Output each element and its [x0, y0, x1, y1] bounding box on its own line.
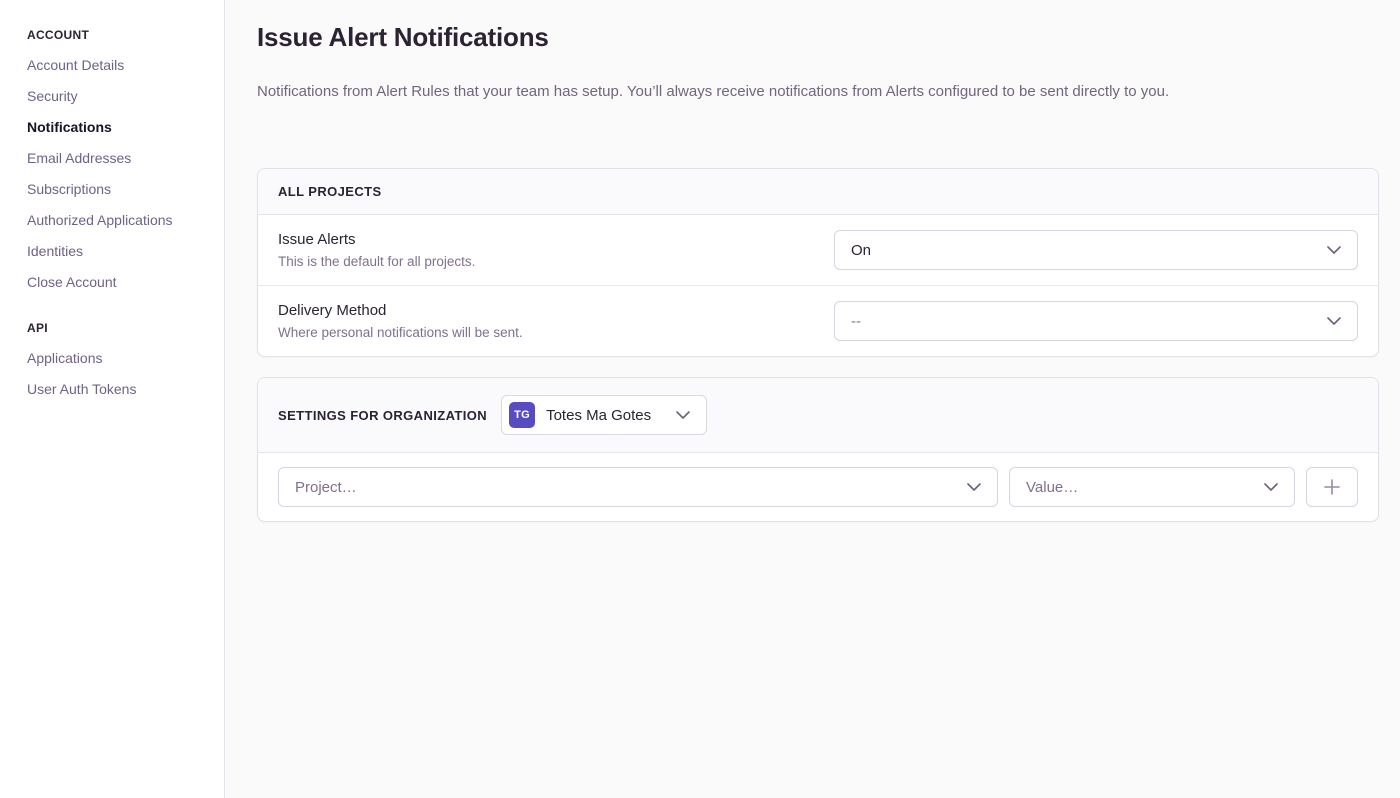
organization-name: Totes Ma Gotes [546, 407, 651, 424]
chevron-down-icon [1327, 246, 1341, 254]
organization-select[interactable]: TG Totes Ma Gotes [501, 395, 707, 435]
organization-panel: SETTINGS FOR ORGANIZATION TG Totes Ma Go… [257, 377, 1379, 522]
page-title: Issue Alert Notifications [257, 22, 1379, 53]
project-select-placeholder: Project… [295, 479, 357, 496]
add-fine-tune-button[interactable] [1306, 467, 1358, 507]
settings-page: ACCOUNT Account Details Security Notific… [0, 0, 1400, 798]
issue-alerts-select-value: On [851, 242, 871, 259]
nav-section-header-account: ACCOUNT [27, 28, 210, 42]
sidebar-item-notifications[interactable]: Notifications [27, 119, 210, 136]
settings-sidebar: ACCOUNT Account Details Security Notific… [0, 0, 225, 798]
nav-section-header-api: API [27, 321, 210, 335]
sidebar-item-applications[interactable]: Applications [27, 350, 210, 367]
all-projects-panel: ALL PROJECTS Issue Alerts This is the de… [257, 168, 1379, 357]
main-content: Issue Alert Notifications Notifications … [225, 0, 1400, 798]
organization-avatar: TG [509, 402, 535, 428]
organization-panel-header: SETTINGS FOR ORGANIZATION TG Totes Ma Go… [258, 378, 1378, 453]
org-settings-label: SETTINGS FOR ORGANIZATION [278, 408, 487, 423]
chevron-down-icon [967, 483, 981, 491]
sidebar-item-authorized-applications[interactable]: Authorized Applications [27, 212, 210, 229]
all-projects-panel-header: ALL PROJECTS [258, 169, 1378, 215]
plus-icon [1323, 478, 1341, 496]
fine-tune-row: Project… Value… [258, 453, 1378, 521]
sidebar-item-security[interactable]: Security [27, 88, 210, 105]
chevron-down-icon [676, 411, 690, 419]
delivery-method-select[interactable]: -- [834, 301, 1358, 341]
delivery-method-text: Delivery Method Where personal notificat… [278, 302, 523, 340]
delivery-method-select-value: -- [851, 313, 861, 330]
sidebar-item-close-account[interactable]: Close Account [27, 274, 210, 291]
value-select[interactable]: Value… [1009, 467, 1295, 507]
issue-alerts-text: Issue Alerts This is the default for all… [278, 231, 475, 269]
sidebar-item-subscriptions[interactable]: Subscriptions [27, 181, 210, 198]
nav-section-api: API Applications User Auth Tokens [27, 321, 210, 398]
sidebar-item-email-addresses[interactable]: Email Addresses [27, 150, 210, 167]
value-select-placeholder: Value… [1026, 479, 1078, 496]
sidebar-item-user-auth-tokens[interactable]: User Auth Tokens [27, 381, 210, 398]
issue-alerts-select[interactable]: On [834, 230, 1358, 270]
chevron-down-icon [1327, 317, 1341, 325]
chevron-down-icon [1264, 483, 1278, 491]
delivery-method-help: Where personal notifications will be sen… [278, 325, 523, 340]
sidebar-item-identities[interactable]: Identities [27, 243, 210, 260]
project-select[interactable]: Project… [278, 467, 998, 507]
page-description: Notifications from Alert Rules that your… [257, 81, 1379, 102]
delivery-method-label: Delivery Method [278, 302, 523, 319]
sidebar-item-account-details[interactable]: Account Details [27, 57, 210, 74]
nav-section-account: ACCOUNT Account Details Security Notific… [27, 28, 210, 291]
delivery-method-row: Delivery Method Where personal notificat… [258, 285, 1378, 356]
issue-alerts-label: Issue Alerts [278, 231, 475, 248]
issue-alerts-help: This is the default for all projects. [278, 254, 475, 269]
issue-alerts-row: Issue Alerts This is the default for all… [258, 215, 1378, 285]
